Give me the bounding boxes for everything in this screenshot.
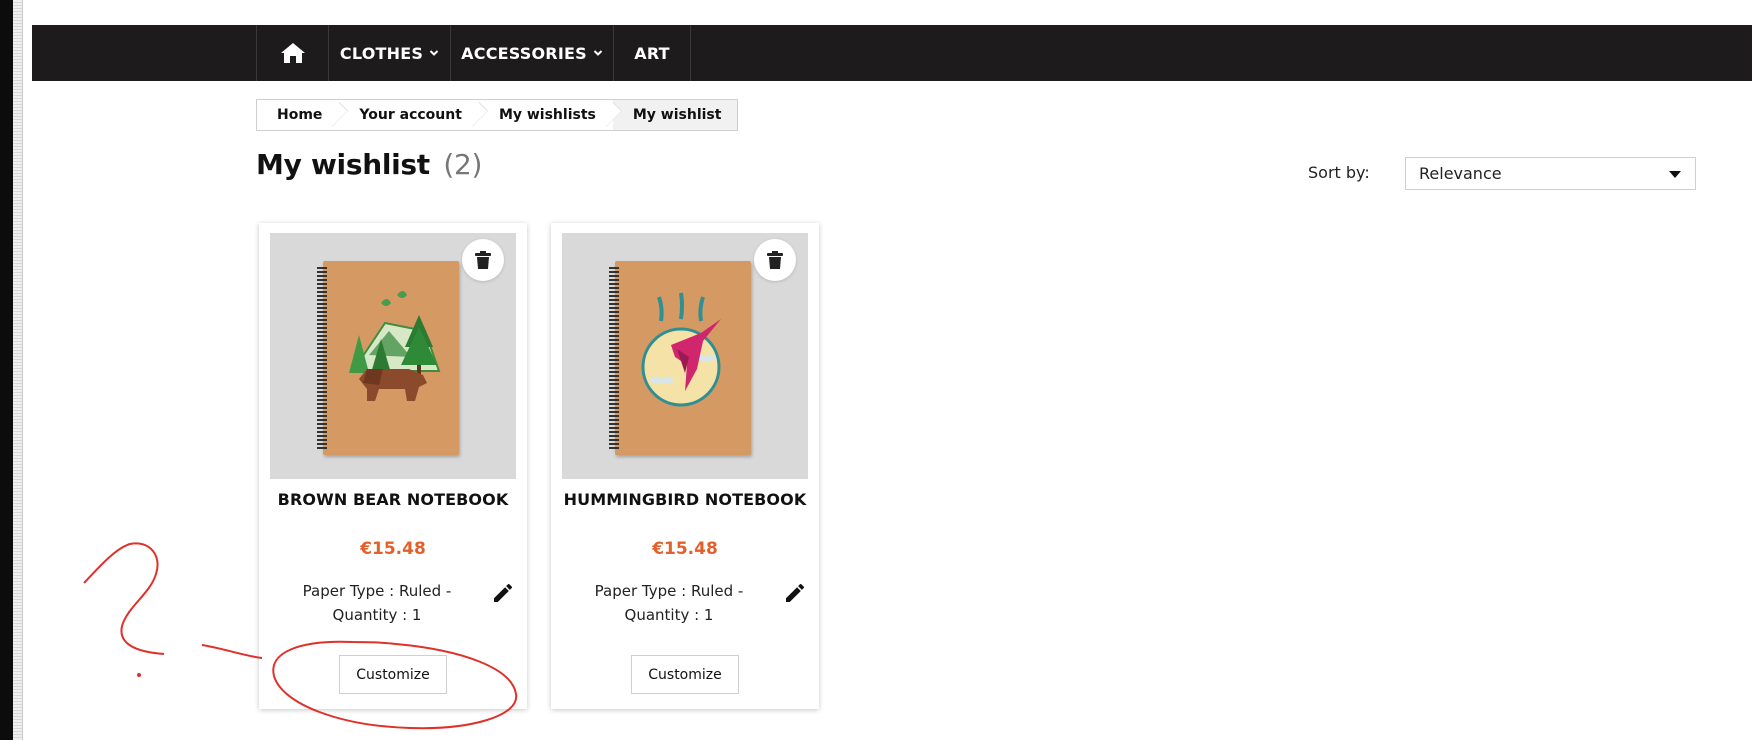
edit-button[interactable] bbox=[783, 581, 807, 605]
product-card: HUMMINGBIRD NOTEBOOK €15.48 Paper Type :… bbox=[551, 223, 819, 709]
page-title: My wishlist (2) bbox=[256, 148, 482, 181]
notebook-image bbox=[609, 261, 751, 455]
trash-icon bbox=[767, 250, 783, 269]
sort-selected-value: Relevance bbox=[1419, 164, 1502, 183]
wishlist-count: (2) bbox=[443, 148, 483, 181]
nav-item-label: CLOTHES bbox=[339, 43, 424, 63]
product-image[interactable] bbox=[562, 233, 808, 479]
home-icon bbox=[280, 43, 305, 63]
caret-down-icon bbox=[1669, 171, 1681, 178]
product-price: €15.48 bbox=[360, 539, 426, 559]
breadcrumb-my-wishlists[interactable]: My wishlists bbox=[479, 100, 613, 130]
notebook-image bbox=[317, 261, 459, 455]
product-image[interactable] bbox=[270, 233, 516, 479]
breadcrumb-current: My wishlist bbox=[612, 100, 738, 130]
attribute-quantity: Quantity : 1 bbox=[332, 606, 422, 624]
product-attributes: Paper Type : Ruled - Quantity : 1 bbox=[287, 579, 467, 627]
nav-item-label: ART bbox=[634, 43, 670, 63]
main-nav: CLOTHES ACCESSORIES ART bbox=[32, 25, 1752, 81]
sort-select[interactable]: Relevance bbox=[1405, 157, 1696, 190]
breadcrumb-home[interactable]: Home bbox=[257, 100, 339, 130]
window-resize-handle[interactable] bbox=[13, 0, 23, 740]
pencil-icon bbox=[786, 583, 805, 602]
attribute-paper-type: Paper Type : Ruled - bbox=[594, 582, 744, 600]
product-card: BROWN BEAR NOTEBOOK €15.48 Paper Type : … bbox=[259, 223, 527, 709]
nav-item-accessories[interactable]: ACCESSORIES bbox=[450, 25, 613, 81]
pencil-icon bbox=[494, 583, 513, 602]
product-price: €15.48 bbox=[652, 539, 718, 559]
edit-button[interactable] bbox=[491, 581, 515, 605]
chevron-down-icon bbox=[429, 50, 439, 56]
window-edge-dark bbox=[0, 0, 13, 740]
customize-button[interactable]: Customize bbox=[631, 655, 739, 694]
attribute-paper-type: Paper Type : Ruled - bbox=[302, 582, 452, 600]
nav-home-link[interactable] bbox=[256, 25, 328, 81]
attribute-quantity: Quantity : 1 bbox=[624, 606, 714, 624]
delete-button[interactable] bbox=[754, 239, 796, 281]
nav-item-clothes[interactable]: CLOTHES bbox=[328, 25, 450, 81]
window-edge bbox=[0, 0, 23, 740]
page-title-text: My wishlist bbox=[256, 148, 430, 181]
nav-item-art[interactable]: ART bbox=[613, 25, 691, 81]
hummingbird-illustration bbox=[641, 292, 721, 407]
delete-button[interactable] bbox=[462, 239, 504, 281]
sort-label: Sort by: bbox=[1308, 163, 1370, 182]
product-name[interactable]: BROWN BEAR NOTEBOOK bbox=[259, 490, 527, 509]
trash-icon bbox=[475, 250, 491, 269]
chevron-down-icon bbox=[593, 50, 603, 56]
breadcrumb: Home Your account My wishlists My wishli… bbox=[256, 99, 739, 131]
breadcrumb-your-account[interactable]: Your account bbox=[339, 100, 479, 130]
nav-item-label: ACCESSORIES bbox=[461, 43, 587, 63]
nav-menu: CLOTHES ACCESSORIES ART bbox=[256, 25, 691, 81]
customize-button[interactable]: Customize bbox=[339, 655, 447, 694]
brown-bear-illustration bbox=[349, 291, 441, 401]
product-attributes: Paper Type : Ruled - Quantity : 1 bbox=[579, 579, 759, 627]
product-name[interactable]: HUMMINGBIRD NOTEBOOK bbox=[551, 490, 819, 509]
